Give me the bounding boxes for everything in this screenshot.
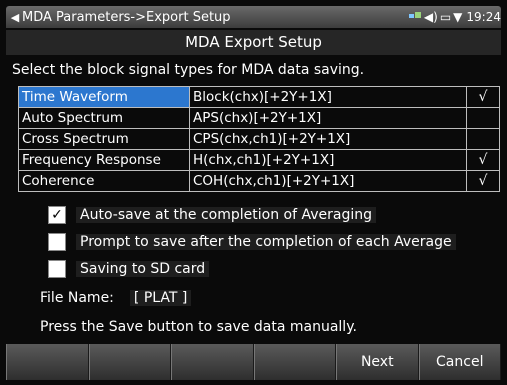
signal-icon: ▼	[453, 10, 463, 24]
file-name-field[interactable]: [ PLAT ]	[129, 290, 192, 306]
softkey-2[interactable]	[88, 344, 171, 380]
softkey-bar: Next Cancel	[6, 344, 501, 380]
clock: 19:24	[466, 10, 501, 24]
window-title: MDA Parameters->Export Setup	[22, 9, 231, 25]
signal-formula: H(chx,ch1)[+2Y+1X]	[189, 149, 467, 171]
table-row[interactable]: Auto Spectrum APS(chx)[+2Y+1X]	[18, 107, 500, 129]
softkey-3[interactable]	[171, 344, 254, 380]
signal-name[interactable]: Time Waveform	[18, 86, 190, 108]
signal-formula: APS(chx)[+2Y+1X]	[189, 107, 467, 129]
autosave-label: Auto-save at the completion of Averaging	[76, 207, 377, 223]
signal-check[interactable]	[466, 128, 500, 150]
signal-type-table: Time Waveform Block(chx)[+2Y+1X] √ Auto …	[18, 86, 500, 192]
signal-formula: COH(chx,ch1)[+2Y+1X]	[189, 170, 467, 192]
signal-check[interactable]	[466, 107, 500, 129]
table-row[interactable]: Time Waveform Block(chx)[+2Y+1X] √	[18, 86, 500, 108]
signal-name[interactable]: Auto Spectrum	[18, 107, 190, 129]
prompt-label: Prompt to save after the completion of e…	[76, 234, 456, 250]
autosave-checkbox[interactable]: ✓	[48, 206, 66, 224]
file-name-label: File Name:	[40, 290, 114, 306]
file-name-row: File Name: [ PLAT ]	[40, 290, 192, 306]
signal-check[interactable]: √	[466, 170, 500, 192]
softkey-1[interactable]	[6, 344, 89, 380]
table-row[interactable]: Frequency Response H(chx,ch1)[+2Y+1X] √	[18, 149, 500, 171]
cancel-button[interactable]: Cancel	[418, 344, 501, 380]
softkey-4[interactable]	[253, 344, 336, 380]
table-row[interactable]: Coherence COH(chx,ch1)[+2Y+1X] √	[18, 170, 500, 192]
status-bar: ◀ MDA Parameters->Export Setup ◀) ▭ ▼ 19…	[6, 6, 501, 28]
prompt-option[interactable]: Prompt to save after the completion of e…	[48, 233, 456, 251]
battery-icon: ▭	[439, 10, 452, 24]
sdcard-label: Saving to SD card	[76, 261, 210, 277]
sdcard-checkbox[interactable]	[48, 260, 66, 278]
autosave-option[interactable]: ✓ Auto-save at the completion of Averagi…	[48, 206, 377, 224]
signal-name[interactable]: Frequency Response	[18, 149, 190, 171]
signal-formula: CPS(chx,ch1)[+2Y+1X]	[189, 128, 467, 150]
instruction-text: Select the block signal types for MDA da…	[12, 62, 365, 78]
volume-icon: ◀)	[423, 10, 438, 24]
network-icon	[408, 10, 422, 25]
sdcard-option[interactable]: Saving to SD card	[48, 260, 210, 278]
signal-name[interactable]: Coherence	[18, 170, 190, 192]
signal-check[interactable]: √	[466, 86, 500, 108]
page-title: MDA Export Setup	[6, 30, 501, 55]
signal-name[interactable]: Cross Spectrum	[18, 128, 190, 150]
signal-check[interactable]: √	[466, 149, 500, 171]
table-row[interactable]: Cross Spectrum CPS(chx,ch1)[+2Y+1X]	[18, 128, 500, 150]
next-button[interactable]: Next	[336, 344, 419, 380]
save-hint-text: Press the Save button to save data manua…	[40, 319, 357, 335]
signal-formula: Block(chx)[+2Y+1X]	[189, 86, 467, 108]
back-arrow-icon[interactable]: ◀	[8, 11, 22, 24]
screen: ◀ MDA Parameters->Export Setup ◀) ▭ ▼ 19…	[0, 0, 507, 385]
prompt-checkbox[interactable]	[48, 233, 66, 251]
